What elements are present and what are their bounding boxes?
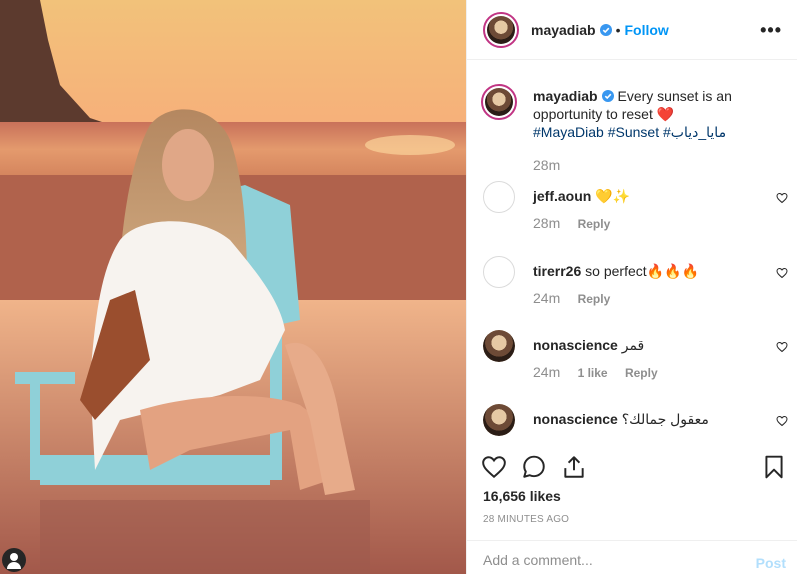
comment-text: nonascience معقول جمالك؟	[533, 410, 763, 428]
caption-heart-emoji: ❤️	[656, 106, 675, 122]
comment-meta: 28m Reply	[533, 215, 610, 231]
comment-username[interactable]: nonascience	[533, 411, 618, 427]
caption-username[interactable]: mayadiab	[533, 88, 598, 104]
header-separator: •	[615, 21, 621, 38]
caption: mayadiab Every sunset is an opportunity …	[467, 61, 797, 173]
hashtag-sunset[interactable]: #Sunset	[608, 124, 659, 140]
comment-avatar[interactable]	[483, 330, 515, 362]
comment-text: nonascience قمر	[533, 336, 763, 354]
comment-username[interactable]: jeff.aoun	[533, 188, 591, 204]
comment-like-heart-icon[interactable]	[776, 267, 788, 279]
caption-text: mayadiab Every sunset is an opportunity …	[533, 87, 748, 141]
post-timestamp[interactable]: 28 MINUTES AGO	[483, 514, 569, 525]
comment-time[interactable]: 28m	[533, 215, 560, 231]
comment-avatar[interactable]	[483, 404, 515, 436]
comment-row: tirerr26 so perfect🔥🔥🔥 24m Reply	[483, 256, 788, 316]
sunset-photo-image	[0, 0, 466, 574]
comment-like-heart-icon[interactable]	[776, 192, 788, 204]
profile-avatar[interactable]	[483, 11, 519, 48]
user-icon[interactable]	[2, 548, 26, 572]
comment-body: so perfect🔥🔥🔥	[585, 263, 699, 279]
comment-username[interactable]: tirerr26	[533, 263, 581, 279]
comment-reply-button[interactable]: Reply	[625, 366, 658, 380]
comment-input[interactable]	[483, 549, 733, 571]
caption-time[interactable]: 28m	[533, 157, 560, 173]
comment-row: nonascience قمر 24m 1 like Reply	[483, 330, 788, 390]
heart-icon[interactable]	[481, 454, 507, 480]
comment-text: tirerr26 so perfect🔥🔥🔥	[533, 262, 763, 280]
comment-reply-button[interactable]: Reply	[578, 217, 611, 231]
comment-like-heart-icon[interactable]	[776, 341, 788, 353]
comment-row: jeff.aoun 💛✨ 28m Reply	[483, 181, 788, 241]
comment-body: قمر	[621, 337, 645, 353]
caption-meta: 28m	[533, 157, 574, 173]
comments-list[interactable]: mayadiab Every sunset is an opportunity …	[467, 61, 797, 444]
more-options-icon[interactable]: •••	[760, 20, 782, 41]
comment-reply-button[interactable]: Reply	[578, 292, 611, 306]
post-side-panel: mayadiab • Follow ••• mayadiab Every sun…	[466, 0, 797, 574]
comment-body: 💛✨	[595, 188, 631, 204]
follow-button[interactable]: Follow	[625, 22, 669, 38]
comment-meta: 24m 1 like Reply	[533, 364, 658, 380]
comment-like-heart-icon[interactable]	[776, 415, 788, 427]
comment-avatar[interactable]	[483, 181, 515, 213]
comment-username[interactable]: nonascience	[533, 337, 618, 353]
action-bar	[467, 450, 797, 486]
header-username[interactable]: mayadiab	[531, 22, 596, 38]
likes-count[interactable]: 16,656 likes	[483, 488, 561, 504]
hashtag-mayadiab[interactable]: #MayaDiab	[533, 124, 604, 140]
hashtag-arabic[interactable]: #مايا_دياب	[663, 124, 726, 140]
comment-likes-count[interactable]: 1 like	[578, 366, 608, 380]
comment-icon[interactable]	[521, 454, 547, 480]
verified-badge-icon	[601, 90, 614, 102]
comment-row: nonascience معقول جمالك؟	[483, 404, 788, 444]
post-photo[interactable]	[0, 0, 466, 574]
comment-time[interactable]: 24m	[533, 364, 560, 380]
bookmark-icon[interactable]	[761, 454, 787, 480]
verified-badge-icon	[599, 23, 612, 36]
comment-text: jeff.aoun 💛✨	[533, 187, 763, 205]
comment-avatar[interactable]	[483, 256, 515, 288]
caption-avatar[interactable]	[481, 84, 517, 120]
comment-meta: 24m Reply	[533, 290, 610, 306]
post-header: mayadiab • Follow •••	[467, 0, 797, 60]
post-comment-button[interactable]: Post	[756, 555, 786, 571]
share-icon[interactable]	[561, 454, 587, 480]
add-comment-bar: Post	[467, 540, 797, 574]
comment-body: معقول جمالك؟	[621, 411, 709, 427]
comment-time[interactable]: 24m	[533, 290, 560, 306]
